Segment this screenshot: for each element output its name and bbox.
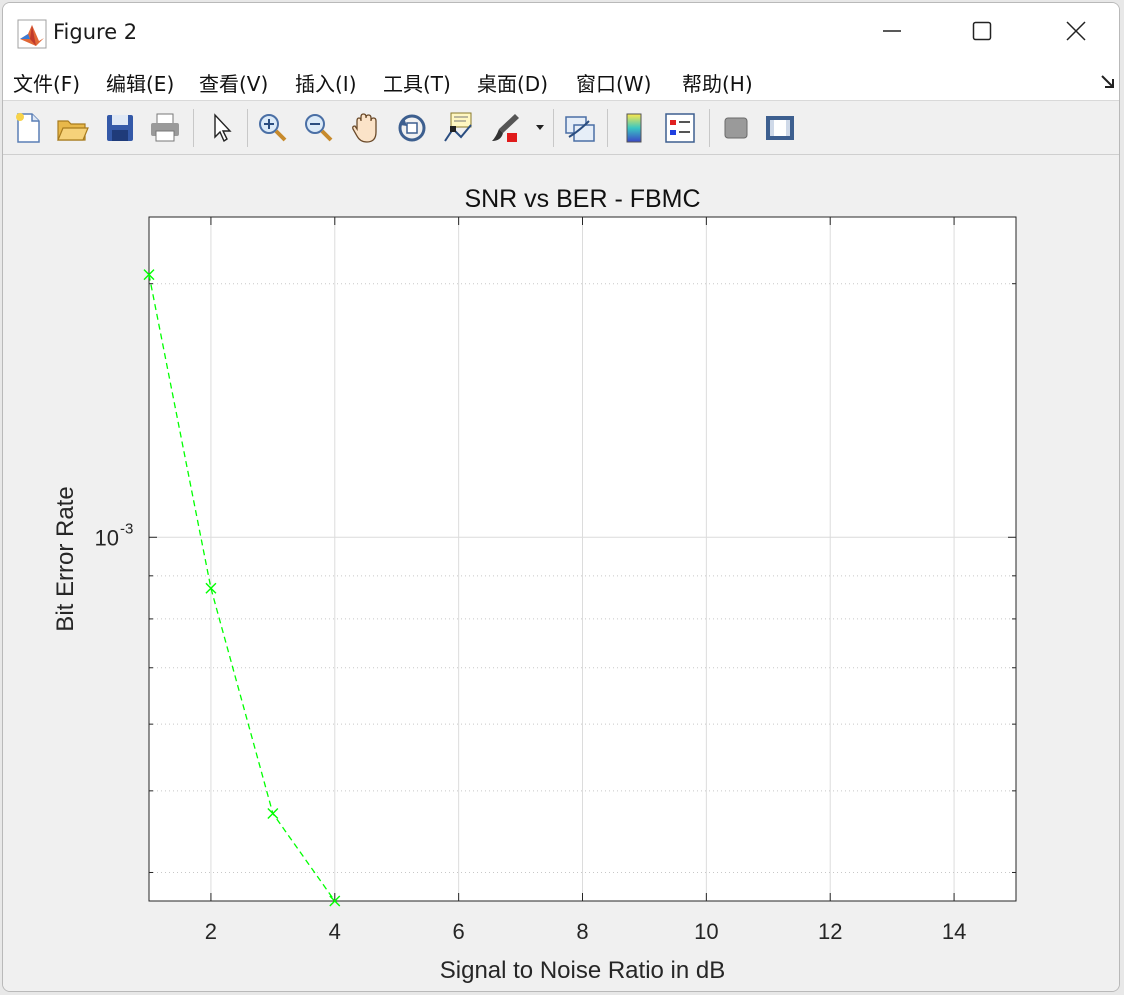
link-plot-icon bbox=[565, 116, 595, 142]
legend-button[interactable] bbox=[663, 111, 697, 145]
colorbar-button[interactable] bbox=[618, 111, 652, 145]
hide-plot-tools-icon bbox=[724, 117, 748, 139]
pan-button[interactable] bbox=[349, 111, 383, 145]
y-tick-label: 10 bbox=[95, 525, 119, 550]
menu-window[interactable]: 窗口(W) bbox=[576, 68, 651, 97]
x-tick-label: 8 bbox=[576, 919, 588, 944]
print-icon bbox=[151, 113, 179, 142]
pan-hand-icon bbox=[352, 113, 377, 143]
menu-desktop[interactable]: 桌面(D) bbox=[477, 68, 548, 97]
x-tick-label: 12 bbox=[818, 919, 842, 944]
maximize-button[interactable] bbox=[959, 11, 1005, 51]
dock-figure-icon[interactable] bbox=[1099, 73, 1117, 91]
zoom-in-button[interactable] bbox=[255, 111, 289, 145]
brush-dropdown-button[interactable] bbox=[533, 111, 547, 145]
menu-insert[interactable]: 插入(I) bbox=[295, 68, 357, 97]
minimize-icon bbox=[883, 30, 901, 32]
toolbar-separator bbox=[607, 109, 608, 147]
zoom-in-icon bbox=[259, 114, 287, 142]
open-file-button[interactable] bbox=[55, 111, 89, 145]
show-plot-tools-icon bbox=[766, 116, 794, 140]
zoom-out-button[interactable] bbox=[301, 111, 335, 145]
brush-button[interactable] bbox=[489, 111, 523, 145]
x-tick-label: 4 bbox=[329, 919, 341, 944]
show-plot-tools-button[interactable] bbox=[763, 111, 797, 145]
x-tick-label: 6 bbox=[453, 919, 465, 944]
print-button[interactable] bbox=[148, 111, 182, 145]
matlab-logo-icon bbox=[17, 19, 47, 49]
toolbar-separator bbox=[553, 109, 554, 147]
title-bar[interactable]: Figure 2 bbox=[3, 3, 1119, 59]
window-title: Figure 2 bbox=[53, 20, 138, 44]
x-axis-label: Signal to Noise Ratio in dB bbox=[440, 957, 726, 984]
chevron-down-icon bbox=[536, 125, 544, 130]
colorbar-icon bbox=[626, 113, 642, 143]
pointer-button[interactable] bbox=[205, 111, 239, 145]
figure-window: Figure 2 文件(F) 编辑(E) 查看(V) 插入(I) 工具(T) 桌… bbox=[2, 2, 1120, 992]
data-cursor-button[interactable] bbox=[441, 111, 475, 145]
rotate-3d-icon bbox=[398, 114, 426, 142]
zoom-out-icon bbox=[305, 114, 333, 142]
link-plot-button[interactable] bbox=[563, 111, 597, 145]
pointer-icon bbox=[214, 113, 232, 143]
y-axis-label: Bit Error Rate bbox=[52, 486, 79, 631]
toolbar-separator bbox=[709, 109, 710, 147]
open-file-icon bbox=[57, 120, 89, 141]
ber-chart[interactable]: 2 4 6 8 10 12 1410 -3SNR vs BER - FBMCSignal to… bbox=[3, 155, 1120, 992]
menu-view[interactable]: 查看(V) bbox=[199, 68, 268, 97]
rotate-3d-button[interactable] bbox=[395, 111, 429, 145]
menu-help[interactable]: 帮助(H) bbox=[682, 68, 753, 97]
toolbar-separator bbox=[247, 109, 248, 147]
toolbar-separator bbox=[193, 109, 194, 147]
menu-tools[interactable]: 工具(T) bbox=[383, 68, 451, 97]
brush-icon bbox=[492, 114, 519, 142]
x-tick-label: 2 bbox=[205, 919, 217, 944]
figure-canvas: 2 4 6 8 10 12 14 10 -3 SNR vs BER - FBMC Signal to… bbox=[3, 155, 1120, 992]
x-tick-label: 10 bbox=[694, 919, 718, 944]
save-icon bbox=[107, 115, 133, 141]
save-button[interactable] bbox=[103, 111, 137, 145]
new-figure-icon bbox=[16, 113, 40, 143]
close-icon bbox=[1066, 21, 1086, 41]
hide-plot-tools-button[interactable] bbox=[719, 111, 753, 145]
x-tick-label: 14 bbox=[942, 919, 966, 944]
chart-title: SNR vs BER - FBMC bbox=[464, 185, 700, 213]
menu-edit[interactable]: 编辑(E) bbox=[106, 68, 174, 97]
close-button[interactable] bbox=[1053, 11, 1099, 51]
figure-toolbar bbox=[3, 101, 1119, 155]
minimize-button[interactable] bbox=[869, 11, 915, 51]
legend-icon bbox=[665, 113, 695, 143]
y-tick-label-exponent: -3 bbox=[120, 520, 133, 537]
data-cursor-icon bbox=[444, 112, 472, 142]
new-figure-button[interactable] bbox=[11, 111, 45, 145]
maximize-icon bbox=[972, 21, 992, 41]
menu-bar: 文件(F) 编辑(E) 查看(V) 插入(I) 工具(T) 桌面(D) 窗口(W… bbox=[3, 59, 1119, 101]
menu-file[interactable]: 文件(F) bbox=[13, 68, 80, 97]
